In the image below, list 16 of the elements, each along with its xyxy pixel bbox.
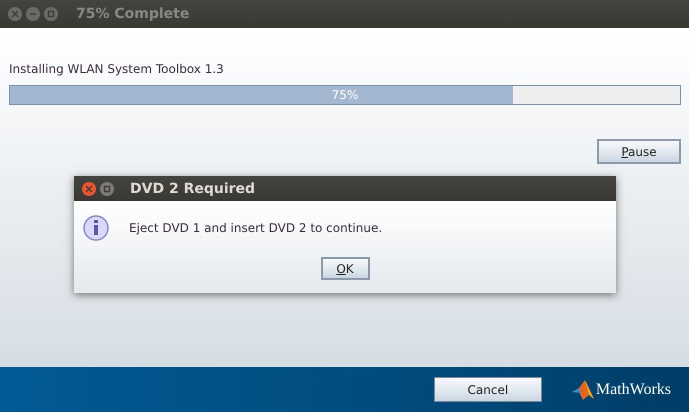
- install-status: Installing WLAN System Toolbox 1.3: [9, 62, 224, 76]
- info-icon: [83, 215, 109, 241]
- brand-name: MathWorks: [596, 380, 671, 398]
- progress-reading: 75%: [332, 88, 358, 102]
- window-title: 75% Complete: [76, 6, 190, 22]
- dialog-message: Eject DVD 1 and insert DVD 2 to continue.: [129, 221, 382, 235]
- minimize-icon[interactable]: [26, 7, 40, 21]
- maximize-icon[interactable]: [100, 182, 114, 196]
- maximize-icon[interactable]: [44, 7, 58, 21]
- close-icon[interactable]: [82, 182, 96, 196]
- pause-button[interactable]: Pause: [597, 139, 681, 164]
- ok-button[interactable]: OK: [320, 257, 370, 280]
- membrane-logo-icon: [572, 380, 594, 400]
- close-icon[interactable]: [8, 7, 22, 21]
- dialog-title: DVD 2 Required: [130, 180, 256, 196]
- cancel-button[interactable]: Cancel: [434, 377, 542, 402]
